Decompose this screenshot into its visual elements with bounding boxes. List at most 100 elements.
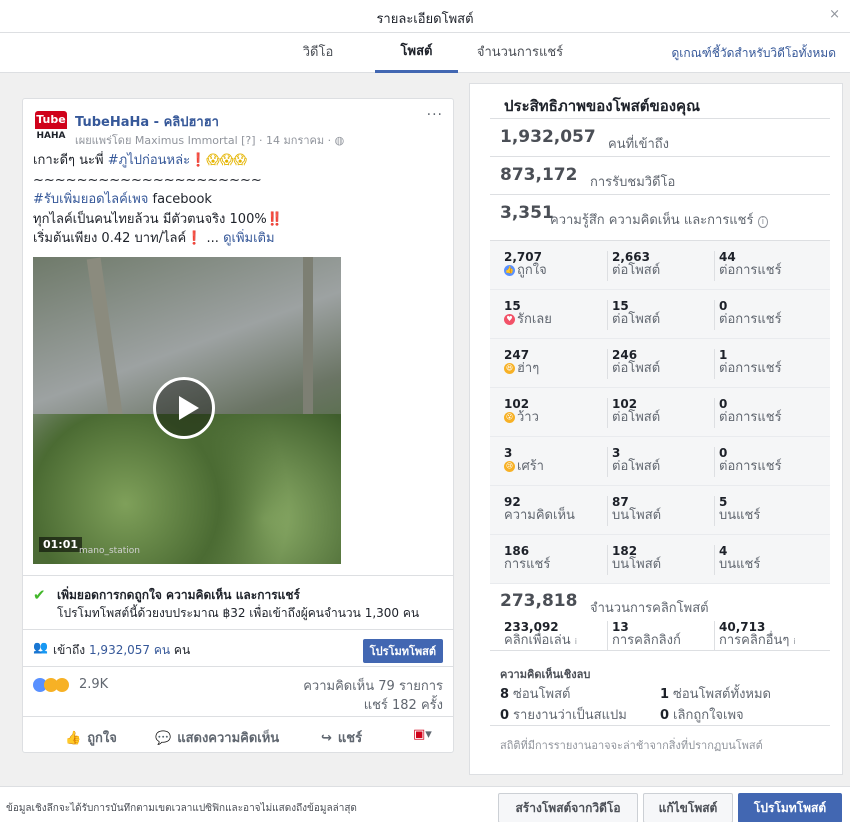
stat-label-wrap: ต่อการแชร์ (719, 264, 814, 278)
negative-value: 0 (660, 708, 670, 723)
other-clicks: 40,713 การคลิกอื่นๆ i (714, 621, 830, 651)
haha-icon: 😆 (504, 363, 515, 374)
engagement-value: 3,351 (500, 203, 554, 223)
engagement-label-wrap: ความรู้สึก ความคิดเห็น และการแชร์ i (550, 209, 769, 230)
tab-video[interactable]: วิดีโอ (290, 33, 346, 73)
stat-label-wrap: 😆 ฮ่าๆ (504, 362, 600, 376)
stat-label: ว้าว (517, 410, 539, 425)
reach-row: 👥 เข้าถึง 1,932,057 คน คน โปรโมทโพสต์ (23, 629, 453, 667)
video-duration: 01:01 (39, 537, 83, 552)
post-clicks: 273,818 จำนวนการคลิกโพสต์ 233,092 คลิกเพื… (490, 583, 830, 651)
stat-label-wrap: ต่อโพสต์ (612, 264, 707, 278)
post-menu-icon[interactable]: ··· (427, 107, 443, 123)
boost-suggestion: ✔ เพิ่มยอดการกดถูกใจ ความคิดเห็น และการแ… (23, 575, 453, 629)
stat-label-wrap: ♥ รักเลย (504, 313, 600, 327)
wow-icon (55, 677, 69, 692)
share-button[interactable]: ↪ แชร์ (321, 727, 362, 748)
shares-count[interactable]: แชร์ 182 ครั้ง (303, 696, 443, 715)
tab-post[interactable]: โพสต์ (375, 33, 458, 73)
video-watermark: mano_station (79, 546, 140, 556)
boost-post-button[interactable]: โปรโมทโพสต์ (362, 639, 443, 663)
like-button[interactable]: 👍 ถูกใจ (65, 727, 117, 748)
negative-label: ซ่อนโพสต์ทั้งหมด (673, 687, 771, 702)
stat-cell: 1 ต่อการแชร์ (714, 349, 814, 379)
chevron-down-icon: ▾ (425, 727, 432, 742)
stat-cell: 44 ต่อการแชร์ (714, 251, 814, 281)
stat-cell: 182 บนโพสต์ (607, 545, 707, 575)
dialog-title: รายละเอียดโพสต์ (376, 12, 474, 27)
hashtag-link[interactable]: #ภูไปก่อนหล่ะ (108, 153, 190, 168)
negative-heading: ความคิดเห็นเชิงลบ (500, 668, 591, 681)
page-logo[interactable]: Tube HAHA (35, 111, 67, 143)
hashtag-link[interactable]: #รับเพิ่มยอดไลค์เพจ (33, 192, 148, 207)
stat-label: บนแชร์ (719, 557, 761, 572)
edit-post-button[interactable]: แก้ไขโพสต์ (643, 793, 733, 822)
link-clicks: 13 การคลิกลิงก์ (607, 621, 707, 651)
stat-label-wrap: ความคิดเห็น (504, 509, 600, 523)
negative-label: ซ่อนโพสต์ (513, 687, 571, 702)
like-label: ถูกใจ (87, 731, 117, 746)
logo-text: Tube (36, 113, 66, 126)
stat-label: ต่อโพสต์ (612, 263, 661, 278)
share-label: แชร์ (337, 731, 363, 746)
reaction-icons[interactable] (33, 677, 69, 692)
stat-label-wrap: ต่อโพสต์ (612, 460, 707, 474)
stat-cell: 15 ♥ รักเลย (500, 300, 600, 330)
negative-item: 0 รายงานว่าเป็นสแปม (500, 704, 627, 725)
comment-label: แสดงความคิดเห็น (177, 731, 280, 746)
clicks-play-label: คลิกเพื่อเล่น (504, 633, 571, 648)
stat-label: บนโพสต์ (612, 508, 662, 523)
negative-label: เลิกถูกใจเพจ (673, 708, 744, 723)
play-icon[interactable] (153, 377, 215, 439)
stat-cell: 0 ต่อการแชร์ (714, 398, 814, 428)
info-icon[interactable]: i (794, 637, 796, 646)
stat-label-wrap: ต่อการแชร์ (719, 313, 814, 327)
scream-emoji-icon: 😱😱😱 (206, 153, 247, 168)
video-player[interactable]: 01:01 mano_station (33, 257, 341, 564)
see-more-link[interactable]: ดูเพิ่มเติม (223, 231, 274, 246)
stat-label: ต่อการแชร์ (719, 459, 782, 474)
page-name-link[interactable]: TubeHaHa - คลิปฮาฮา (75, 111, 219, 132)
ellipsis: ... (202, 231, 224, 246)
stats-footnote: สถิติที่มีการรายงานอาจจะล่าช้าจากสิ่งที่… (500, 739, 763, 752)
create-post-from-video-button[interactable]: สร้างโพสต์จากวิดีโอ (498, 793, 638, 822)
info-icon[interactable]: i (575, 637, 577, 646)
negative-item: 1 ซ่อนโพสต์ทั้งหมด (660, 683, 771, 704)
stat-label: ต่อการแชร์ (719, 312, 782, 327)
stat-label: ต่อโพสต์ (612, 312, 661, 327)
stat-label: บนโพสต์ (612, 557, 662, 572)
stat-cell: 0 ต่อการแชร์ (714, 300, 814, 330)
tab-shares[interactable]: จำนวนการแชร์ (470, 33, 570, 73)
stat-label-wrap: บนแชร์ (719, 509, 814, 523)
reaction-row: 2,707 👍 ถูกใจ 2,663 ต่อโพสต์ 44 ต่อการแชร์ (490, 241, 830, 290)
reaction-count[interactable]: 2.9K (79, 677, 108, 692)
comments-count[interactable]: ความคิดเห็น 79 รายการ (303, 677, 443, 696)
clicks-to-play: 233,092 คลิกเพื่อเล่น i (500, 621, 600, 651)
boost-description: โปรโมทโพสต์นี้ด้วยงบประมาณ ฿32 เพื่อเข้า… (57, 606, 420, 620)
content-area: Tube HAHA TubeHaHa - คลิปฮาฮา เผยแพร่โดย … (0, 73, 850, 786)
info-icon[interactable]: i (757, 216, 769, 228)
stat-cell: 3 ต่อโพสต์ (607, 447, 707, 477)
dialog-header: รายละเอียดโพสต์ × (0, 0, 850, 33)
stat-label: ต่อโพสต์ (612, 459, 661, 474)
reach-value: 1,932,057 (500, 127, 596, 147)
stat-cell: 92 ความคิดเห็น (500, 496, 600, 526)
engagement-stat: 3,351 ความรู้สึก ความคิดเห็น และการแชร์ … (490, 194, 830, 240)
reaction-row: 186 การแชร์ 182 บนโพสต์ 4 บนแชร์ (490, 535, 830, 584)
post-text: เกาะดีๆ นะพี่ #ภูไปก่อนหล่ะ❗😱😱😱 ~~~~~~~~… (33, 151, 447, 249)
comment-button[interactable]: 💬 แสดงความคิดเห็น (155, 727, 279, 748)
boost-heading: เพิ่มยอดการกดถูกใจ ความคิดเห็น และการแชร… (57, 588, 300, 602)
page-selector[interactable]: ▣▾ (413, 727, 432, 742)
reaction-row: 102 😮 ว้าว 102 ต่อโพสต์ 0 ต่อการแชร์ (490, 388, 830, 437)
stat-label-wrap: ต่อการแชร์ (719, 460, 814, 474)
reach-suffix: คน (170, 643, 191, 657)
stat-cell: 102 😮 ว้าว (500, 398, 600, 428)
clicks-label: จำนวนการคลิกโพสต์ (590, 601, 709, 616)
footer-boost-button[interactable]: โปรโมทโพสต์ (738, 793, 842, 822)
close-icon[interactable]: × (829, 7, 840, 22)
reach-value-link[interactable]: 1,932,057 คน (89, 643, 170, 657)
stat-cell: 2,707 👍 ถูกใจ (500, 251, 600, 281)
video-metrics-guide-link[interactable]: ดูเกณฑ์ชี้วัดสำหรับวิดีโอทั้งหมด (671, 33, 836, 73)
stat-label: ต่อการแชร์ (719, 361, 782, 376)
stat-label: ต่อการแชร์ (719, 410, 782, 425)
